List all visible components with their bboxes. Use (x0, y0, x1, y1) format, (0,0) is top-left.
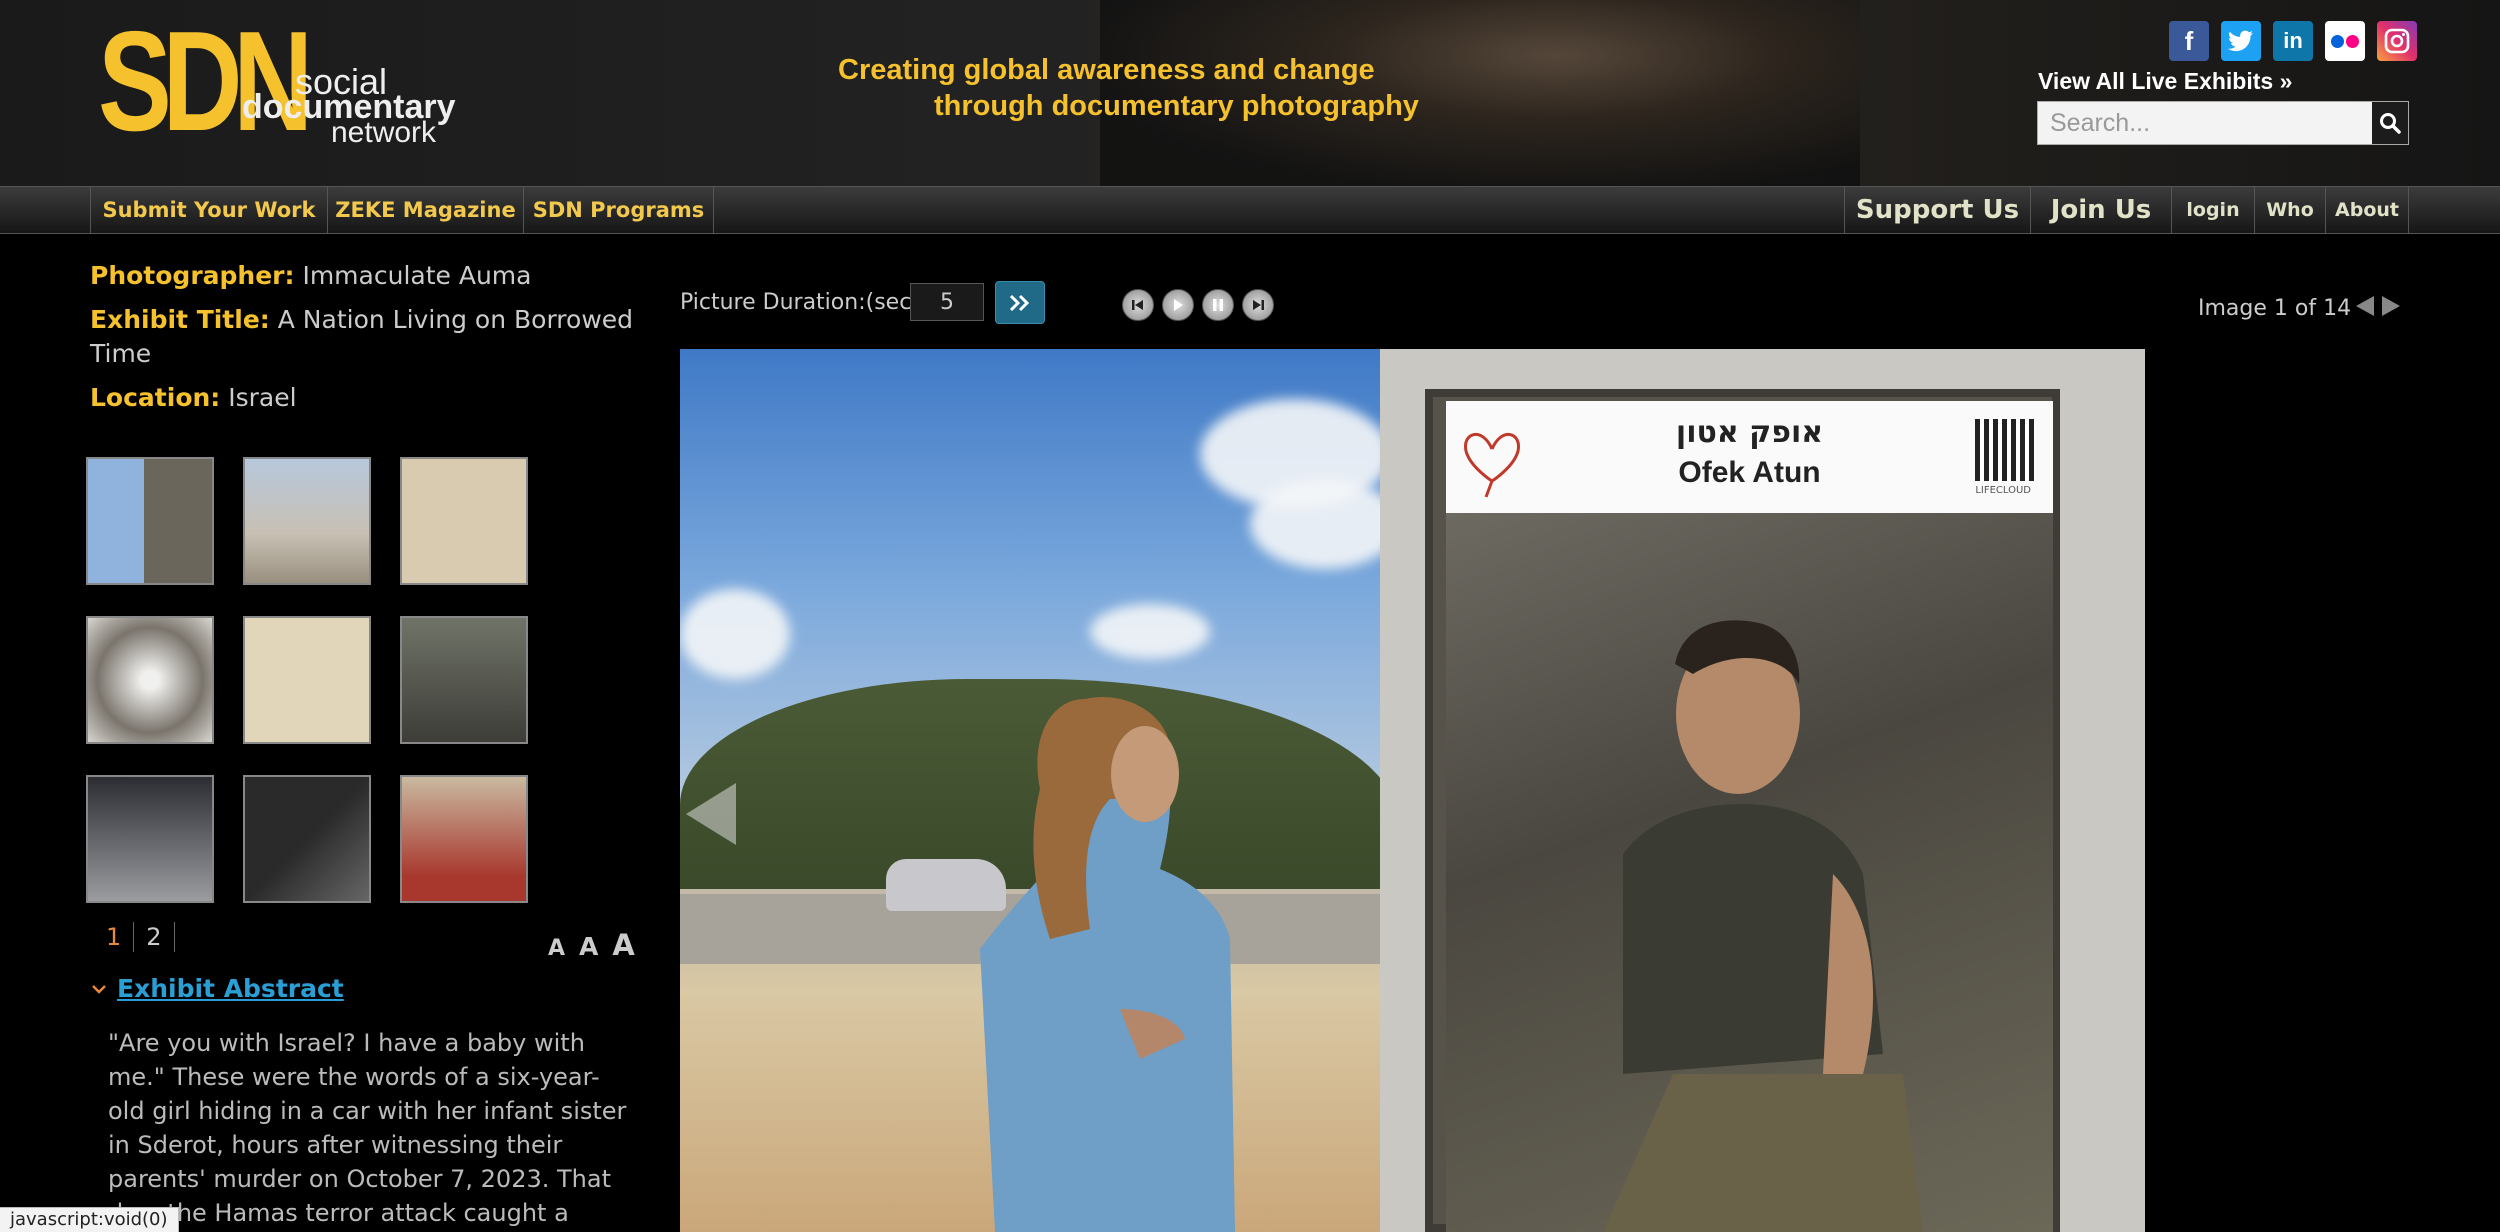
nav-join-us[interactable]: Join Us (2030, 187, 2171, 233)
social-links: f in (2169, 21, 2417, 61)
skip-forward-icon (1253, 300, 1264, 310)
thumbnail[interactable] (400, 775, 528, 903)
pause-button[interactable] (1202, 289, 1234, 321)
site-header: SDN social documentary network Creating … (0, 0, 2500, 186)
exhibit-photo[interactable]: אופק אטון Ofek Atun LIFECLOUD (680, 349, 2145, 1232)
nav-support-us[interactable]: Support Us (1844, 187, 2030, 233)
search-button[interactable] (2372, 102, 2408, 144)
picture-duration-label: Picture Duration:(sec) (680, 290, 920, 315)
thumbnail-grid (86, 457, 530, 903)
thumbnail[interactable] (400, 457, 528, 585)
tagline-line-1: Creating global awareness and change (838, 54, 1375, 86)
qr-caption: LIFECLOUD (1975, 485, 2031, 496)
browser-status-bar: javascript:void(0) (0, 1207, 179, 1232)
location-line: Location: Israel (90, 381, 650, 415)
exhibit-title-label: Exhibit Title: (90, 305, 270, 334)
thumbnail[interactable] (86, 775, 214, 903)
pager-divider (173, 922, 175, 952)
thumbnail[interactable] (243, 775, 371, 903)
double-chevron-right-icon (1009, 294, 1030, 311)
last-image-button[interactable] (1242, 289, 1274, 321)
sdn-logo[interactable]: SDN social documentary network (98, 2, 458, 161)
instagram-icon[interactable] (2377, 21, 2417, 61)
flickr-icon[interactable] (2325, 21, 2365, 61)
photo-cloud (1250, 479, 1400, 569)
image-counter: Image 1 of 14 (2198, 296, 2352, 321)
nav-sdn-programs[interactable]: SDN Programs (523, 187, 714, 233)
linkedin-icon[interactable]: in (2273, 21, 2313, 61)
chevron-down-icon (92, 984, 106, 994)
exhibit-abstract-link[interactable]: Exhibit Abstract (117, 974, 344, 1003)
thumbnail[interactable] (400, 616, 528, 744)
location-label: Location: (90, 383, 221, 412)
play-icon (1174, 299, 1183, 311)
next-image-arrow-icon[interactable] (2380, 294, 2402, 318)
memorial-name-sign: אופק אטון Ofek Atun LIFECLOUD (1446, 401, 2053, 513)
font-size-large[interactable]: A (612, 928, 634, 962)
location-value: Israel (228, 383, 297, 412)
thumbnail[interactable] (243, 616, 371, 744)
nav-login[interactable]: login (2171, 187, 2254, 233)
twitter-icon[interactable] (2221, 21, 2261, 61)
view-all-exhibits-link[interactable]: View All Live Exhibits » (2038, 68, 2292, 95)
slideshow-controls (1122, 289, 1282, 321)
skip-back-icon (1132, 300, 1143, 310)
tagline-line-2: through documentary photography (934, 90, 1419, 122)
thumbnail-pager: 1 2 (86, 922, 175, 952)
flickr-dot-pink (2346, 34, 2359, 48)
nav-about[interactable]: About (2325, 187, 2409, 233)
qr-code-icon (1975, 419, 2035, 481)
photo-previous-arrow-icon[interactable] (680, 779, 742, 849)
logo-word-network: network (331, 116, 437, 149)
search-icon (2380, 113, 2401, 134)
pause-icon (1213, 299, 1223, 311)
exhibit-abstract-text: "Are you with Israel? I have a baby with… (108, 1029, 627, 1227)
photo-cloud (1090, 604, 1210, 659)
previous-image-arrow-icon[interactable] (2354, 294, 2376, 318)
search-input[interactable] (2038, 102, 2372, 144)
thumbnail[interactable] (86, 457, 214, 585)
thumbnail[interactable] (86, 616, 214, 744)
nav-submit-your-work[interactable]: Submit Your Work (90, 187, 327, 233)
photographer-name: Immaculate Auma (302, 261, 532, 290)
photo-soldier-figure (1603, 620, 1923, 1232)
exhibit-abstract-toggle[interactable]: Exhibit Abstract (91, 974, 344, 1003)
font-size-controls: A A A (548, 928, 635, 962)
facebook-icon[interactable]: f (2169, 21, 2209, 61)
play-button[interactable] (1162, 289, 1194, 321)
image-nav-arrows (2354, 294, 2402, 318)
photo-cloud (680, 589, 790, 679)
sign-name: Ofek Atun (1678, 456, 1821, 489)
page-2-link[interactable]: 2 (134, 923, 173, 951)
exhibit-title-line: Exhibit Title: A Nation Living on Borrow… (90, 303, 650, 371)
sign-hebrew-name: אופק אטון (1675, 415, 1824, 450)
logo-letters: SDN (98, 2, 313, 161)
thumbnail[interactable] (243, 457, 371, 585)
main-nav: Submit Your Work ZEKE Magazine SDN Progr… (0, 186, 2500, 234)
page-1-link[interactable]: 1 (86, 923, 133, 951)
photographer-label: Photographer: (90, 261, 295, 290)
picture-duration-input[interactable] (910, 283, 984, 321)
flickr-dot-blue (2331, 34, 2344, 48)
nav-who[interactable]: Who (2254, 187, 2325, 233)
photo-man-figure (980, 697, 1235, 1232)
photographer-line: Photographer: Immaculate Auma (90, 259, 650, 293)
first-image-button[interactable] (1122, 289, 1154, 321)
apply-duration-button[interactable] (995, 281, 1045, 324)
tagline: Creating global awareness and change thr… (838, 52, 1458, 126)
search-box (2037, 101, 2409, 145)
nav-zeke-magazine[interactable]: ZEKE Magazine (327, 187, 523, 233)
font-size-medium[interactable]: A (579, 932, 598, 961)
font-size-small[interactable]: A (548, 936, 565, 961)
